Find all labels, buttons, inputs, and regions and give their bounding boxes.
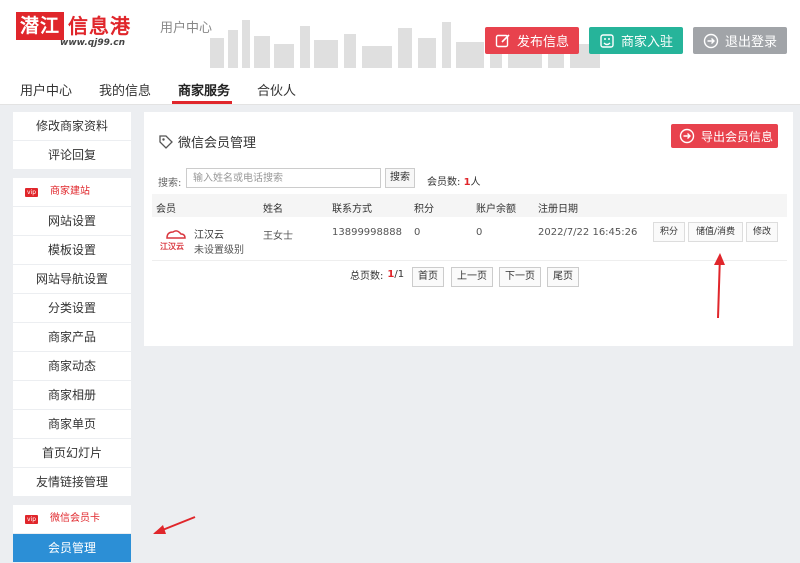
col-points: 积分 xyxy=(414,204,434,215)
total-pages: /1 xyxy=(394,269,405,280)
edit-icon xyxy=(495,33,510,47)
sidebar-item-friend-links[interactable]: 友情链接管理 xyxy=(13,468,131,497)
col-reg-date: 注册日期 xyxy=(538,204,578,215)
active-tab-indicator xyxy=(172,101,232,104)
logo-url: www.qj99.cn xyxy=(60,38,125,48)
export-arrow-icon xyxy=(679,128,695,144)
sidebar: 修改商家资料 评论回复 vip 商家建站 网站设置 模板设置 网站导航设置 分类… xyxy=(13,112,131,563)
points-button[interactable]: 积分 xyxy=(653,222,685,242)
first-page-button[interactable]: 首页 xyxy=(412,267,444,287)
tab-merchant-service[interactable]: 商家服务 xyxy=(178,80,230,99)
sidebar-item-template-settings[interactable]: 模板设置 xyxy=(13,236,131,265)
member-management-panel: 微信会员管理 导出会员信息 搜索: 搜索 会员数: 1人 会员 姓名 联系方式 … xyxy=(144,112,793,346)
sidebar-item-category-settings[interactable]: 分类设置 xyxy=(13,294,131,323)
search-label: 搜索: xyxy=(158,178,182,189)
sidebar-item-single-page[interactable]: 商家单页 xyxy=(13,410,131,439)
row-reg-date: 2022/7/22 16:45:26 xyxy=(538,227,638,238)
vip-badge: vip xyxy=(25,514,39,524)
table-header: 会员 姓名 联系方式 积分 账户余额 注册日期 xyxy=(152,194,787,217)
sidebar-gap xyxy=(13,170,131,178)
count-unit: 人 xyxy=(470,177,481,188)
logout-label: 退出登录 xyxy=(725,35,778,50)
col-member: 会员 xyxy=(156,204,176,215)
table-row: 江汉云 江汉云 未设置级别 王女士 13899998888 0 0 2022/7… xyxy=(152,217,787,261)
logo-mark: 潜江 xyxy=(16,12,65,40)
member-name: 江汉云 xyxy=(194,230,224,241)
logo-text: 信息港 xyxy=(68,14,132,38)
row-balance: 0 xyxy=(476,227,483,238)
annotation-arrow-up-icon xyxy=(714,253,725,319)
publish-label: 发布信息 xyxy=(517,35,570,50)
main-tabs: 用户中心 我的信息 商家服务 合伙人 xyxy=(0,68,800,105)
join-merchant-button[interactable]: 商家入驻 xyxy=(589,27,683,54)
sidebar-item-comment-reply[interactable]: 评论回复 xyxy=(13,141,131,170)
section-title: 商家建站 xyxy=(50,186,91,197)
total-pages-label: 总页数: xyxy=(350,271,384,282)
vip-badge: vip xyxy=(25,187,39,197)
export-members-button[interactable]: 导出会员信息 xyxy=(671,124,778,148)
member-level: 未设置级别 xyxy=(194,245,244,256)
sidebar-section-wechat-card: vip 微信会员卡 xyxy=(13,505,131,534)
panel-title-text: 微信会员管理 xyxy=(178,136,257,151)
col-name: 姓名 xyxy=(263,204,283,215)
sidebar-item-nav-settings[interactable]: 网站导航设置 xyxy=(13,265,131,294)
tab-user-center[interactable]: 用户中心 xyxy=(20,80,72,99)
tab-partner[interactable]: 合伙人 xyxy=(257,80,296,99)
site-header: 潜江 信息港 www.qj99.cn 用户中心 发布信息 商家入驻 退出登录 xyxy=(0,0,800,68)
search-button[interactable]: 搜索 xyxy=(385,168,415,188)
avatar-text: 江汉云 xyxy=(160,242,184,251)
sidebar-gap xyxy=(13,497,131,505)
search-input[interactable] xyxy=(186,168,381,188)
next-page-button[interactable]: 下一页 xyxy=(499,267,541,287)
annotation-arrow-left-icon xyxy=(153,516,196,534)
row-phone: 13899998888 xyxy=(332,227,402,238)
avatar: 江汉云 xyxy=(160,225,188,253)
prev-page-button[interactable]: 上一页 xyxy=(451,267,493,287)
count-value: 1 xyxy=(463,177,471,188)
row-points: 0 xyxy=(414,227,421,238)
sidebar-section-site-builder: vip 商家建站 xyxy=(13,178,131,207)
recharge-consume-button[interactable]: 储值/消费 xyxy=(688,222,743,242)
tag-icon xyxy=(159,134,173,149)
page-subtitle: 用户中心 xyxy=(160,21,213,36)
sidebar-item-album[interactable]: 商家相册 xyxy=(13,381,131,410)
sidebar-item-edit-profile[interactable]: 修改商家资料 xyxy=(13,112,131,141)
edit-button[interactable]: 修改 xyxy=(746,222,778,242)
site-logo[interactable]: 潜江 信息港 xyxy=(16,12,131,40)
pagination-info: 总页数: 1/1 xyxy=(350,267,404,282)
tab-my-info[interactable]: 我的信息 xyxy=(99,80,151,99)
sidebar-item-products[interactable]: 商家产品 xyxy=(13,323,131,352)
sidebar-item-slideshow[interactable]: 首页幻灯片 xyxy=(13,439,131,468)
current-page: 1 xyxy=(387,269,395,280)
store-icon xyxy=(600,33,614,48)
logout-button[interactable]: 退出登录 xyxy=(693,27,787,54)
col-phone: 联系方式 xyxy=(332,204,372,215)
sidebar-item-site-settings[interactable]: 网站设置 xyxy=(13,207,131,236)
sidebar-item-member-management[interactable]: 会员管理 xyxy=(13,534,131,563)
count-label: 会员数: xyxy=(427,177,461,188)
logout-arrow-icon xyxy=(703,33,719,48)
member-count: 会员数: 1人 xyxy=(427,173,481,188)
last-page-button[interactable]: 尾页 xyxy=(547,267,579,287)
export-label: 导出会员信息 xyxy=(701,129,774,144)
col-balance: 账户余额 xyxy=(476,204,516,215)
row-name: 王女士 xyxy=(263,231,293,242)
publish-button[interactable]: 发布信息 xyxy=(485,27,579,54)
sidebar-item-news[interactable]: 商家动态 xyxy=(13,352,131,381)
panel-title: 微信会员管理 xyxy=(158,132,256,151)
join-label: 商家入驻 xyxy=(621,35,674,50)
section-title: 微信会员卡 xyxy=(50,513,101,524)
